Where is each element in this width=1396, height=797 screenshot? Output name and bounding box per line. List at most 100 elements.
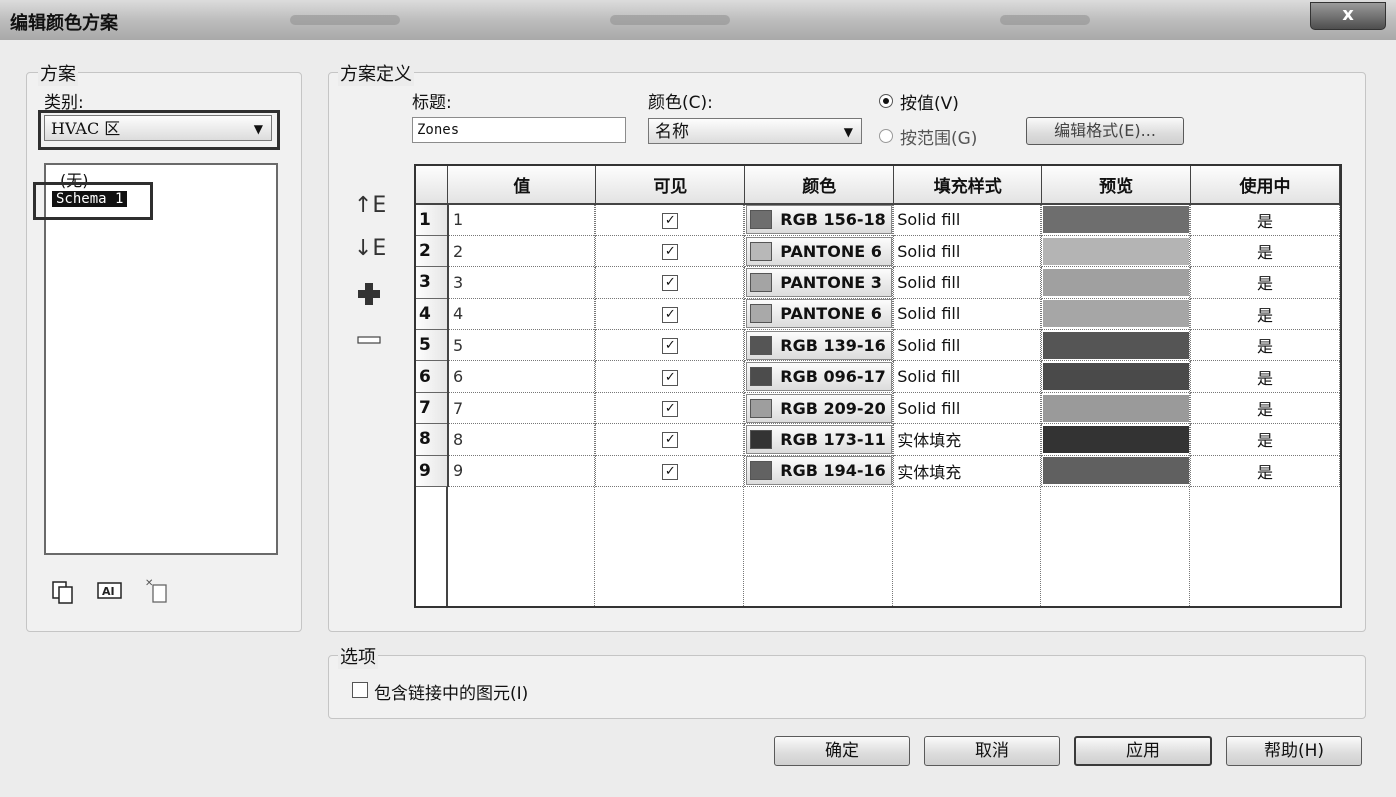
color-cell[interactable]: PANTONE 6 [744, 298, 895, 331]
table-row[interactable]: 2 2 ✓ PANTONE 6 Solid fill 是 [416, 235, 1340, 268]
color-cell[interactable]: RGB 096-17 [744, 360, 895, 393]
visible-checkbox[interactable]: ✓ [662, 369, 679, 386]
row-number[interactable]: 5 [416, 329, 449, 362]
close-button[interactable]: x [1310, 2, 1386, 30]
row-number[interactable]: 3 [416, 266, 449, 299]
in-use-cell: 是 [1190, 204, 1340, 236]
visible-checkbox[interactable]: ✓ [662, 244, 679, 261]
cancel-button[interactable]: 取消 [924, 736, 1060, 766]
color-button[interactable]: RGB 156-18 [746, 205, 893, 235]
value-cell[interactable]: 5 [447, 329, 597, 362]
plus-icon[interactable] [357, 282, 381, 306]
color-button[interactable]: RGB 096-17 [746, 362, 893, 392]
color-button[interactable]: PANTONE 3 [746, 267, 893, 297]
scheme-list[interactable]: (无) [44, 163, 278, 555]
help-button[interactable]: 帮助(H) [1226, 736, 1362, 766]
fill-pattern-cell[interactable]: Solid fill [893, 266, 1043, 299]
value-cell[interactable]: 2 [447, 235, 597, 268]
color-cell[interactable]: RGB 209-20 [744, 392, 895, 425]
fill-pattern-cell[interactable]: 实体填充 [893, 455, 1043, 488]
options-legend: 选项 [338, 643, 378, 669]
visible-checkbox[interactable]: ✓ [662, 463, 679, 480]
edit-format-button[interactable]: 编辑格式(E)... [1026, 117, 1184, 145]
color-swatch [750, 304, 773, 324]
value-cell[interactable]: 7 [447, 392, 597, 425]
color-dropdown[interactable]: 名称 ▼ [648, 118, 862, 144]
color-cell[interactable]: RGB 139-16 [744, 329, 895, 362]
title-input[interactable]: Zones [412, 117, 626, 143]
color-name: RGB 156-18 [780, 210, 886, 230]
fill-pattern-cell[interactable]: Solid fill [893, 392, 1043, 425]
value-cell[interactable]: 6 [447, 360, 597, 393]
fill-pattern: Solid fill [897, 210, 961, 230]
column-header-color[interactable]: 颜色 [744, 166, 895, 205]
column-header-fill-pattern[interactable]: 填充样式 [893, 166, 1043, 205]
minus-icon[interactable] [357, 330, 381, 344]
fill-pattern-cell[interactable]: Solid fill [893, 204, 1043, 236]
fill-pattern-cell[interactable]: Solid fill [893, 360, 1043, 393]
visible-checkbox[interactable]: ✓ [662, 212, 679, 229]
table-row[interactable]: 9 9 ✓ RGB 194-16 实体填充 是 [416, 455, 1340, 488]
value-cell[interactable]: 3 [447, 266, 597, 299]
color-button[interactable]: RGB 173-11 [746, 424, 893, 454]
category-dropdown[interactable]: HVAC 区 ▼ [44, 115, 272, 141]
table-row[interactable]: 5 5 ✓ RGB 139-16 Solid fill 是 [416, 329, 1340, 362]
list-item-selected[interactable]: Schema 1 [52, 191, 128, 207]
duplicate-icon[interactable] [50, 579, 76, 605]
rename-icon[interactable]: AI [96, 580, 124, 602]
visible-checkbox[interactable]: ✓ [662, 275, 679, 292]
chevron-down-icon: ▼ [843, 125, 853, 139]
color-cell[interactable]: PANTONE 6 [744, 235, 895, 268]
fill-pattern-cell[interactable]: Solid fill [893, 298, 1043, 331]
column-header-visible[interactable]: 可见 [595, 166, 746, 205]
table-row[interactable]: 6 6 ✓ RGB 096-17 Solid fill 是 [416, 360, 1340, 393]
by-value-radio[interactable] [879, 94, 893, 108]
table-row[interactable]: 4 4 ✓ PANTONE 6 Solid fill 是 [416, 298, 1340, 331]
row-number[interactable]: 4 [416, 298, 449, 331]
by-range-radio[interactable] [879, 129, 893, 143]
visible-checkbox[interactable]: ✓ [662, 338, 679, 355]
value-cell[interactable]: 4 [447, 298, 597, 331]
move-down-icon[interactable]: ↓E [354, 236, 386, 261]
delete-icon[interactable]: ✕ [144, 576, 172, 606]
row-number[interactable]: 7 [416, 392, 449, 425]
color-button[interactable]: PANTONE 6 [746, 236, 893, 266]
column-header-value[interactable]: 值 [447, 166, 597, 205]
include-linked-checkbox[interactable] [352, 682, 368, 698]
column-header-preview[interactable]: 预览 [1041, 166, 1192, 205]
row-number[interactable]: 8 [416, 423, 449, 456]
color-cell[interactable]: RGB 194-16 [744, 455, 895, 488]
visible-checkbox[interactable]: ✓ [662, 432, 679, 449]
preview-swatch [1043, 394, 1190, 422]
row-number[interactable]: 9 [416, 455, 449, 488]
row-number[interactable]: 2 [416, 235, 449, 268]
visible-checkbox[interactable]: ✓ [662, 401, 679, 418]
color-button[interactable]: PANTONE 6 [746, 299, 893, 329]
fill-pattern-cell[interactable]: Solid fill [893, 329, 1043, 362]
color-cell[interactable]: RGB 173-11 [744, 423, 895, 456]
fill-pattern-cell[interactable]: 实体填充 [893, 423, 1043, 456]
color-button[interactable]: RGB 209-20 [746, 393, 893, 423]
apply-button[interactable]: 应用 [1074, 736, 1212, 766]
row-number[interactable]: 6 [416, 360, 449, 393]
visible-checkbox[interactable]: ✓ [662, 306, 679, 323]
value-cell[interactable]: 8 [447, 423, 597, 456]
color-button[interactable]: RGB 139-16 [746, 330, 893, 360]
value-cell[interactable]: 1 [447, 204, 597, 236]
table-row[interactable]: 8 8 ✓ RGB 173-11 实体填充 是 [416, 423, 1340, 456]
table-row[interactable]: 3 3 ✓ PANTONE 3 Solid fill 是 [416, 266, 1340, 299]
color-cell[interactable]: PANTONE 3 [744, 266, 895, 299]
ok-button[interactable]: 确定 [774, 736, 910, 766]
color-button[interactable]: RGB 194-16 [746, 456, 893, 486]
table-row[interactable]: 7 7 ✓ RGB 209-20 Solid fill 是 [416, 392, 1340, 425]
preview-swatch [1043, 457, 1190, 485]
value-cell[interactable]: 9 [447, 455, 597, 488]
row-number[interactable]: 1 [416, 204, 449, 236]
table-body: 值 可见 颜色 填充样式 预览 使用中 1 1 ✓ RGB 156-18 Solid f… [416, 166, 1340, 488]
color-cell[interactable]: RGB 156-18 [744, 204, 895, 236]
move-up-icon[interactable]: ↑E [354, 193, 386, 218]
column-header-in-use[interactable]: 使用中 [1190, 166, 1340, 205]
table-row[interactable]: 1 1 ✓ RGB 156-18 Solid fill 是 [416, 204, 1340, 236]
fill-pattern-cell[interactable]: Solid fill [893, 235, 1043, 268]
color-name: PANTONE 6 [780, 304, 882, 324]
